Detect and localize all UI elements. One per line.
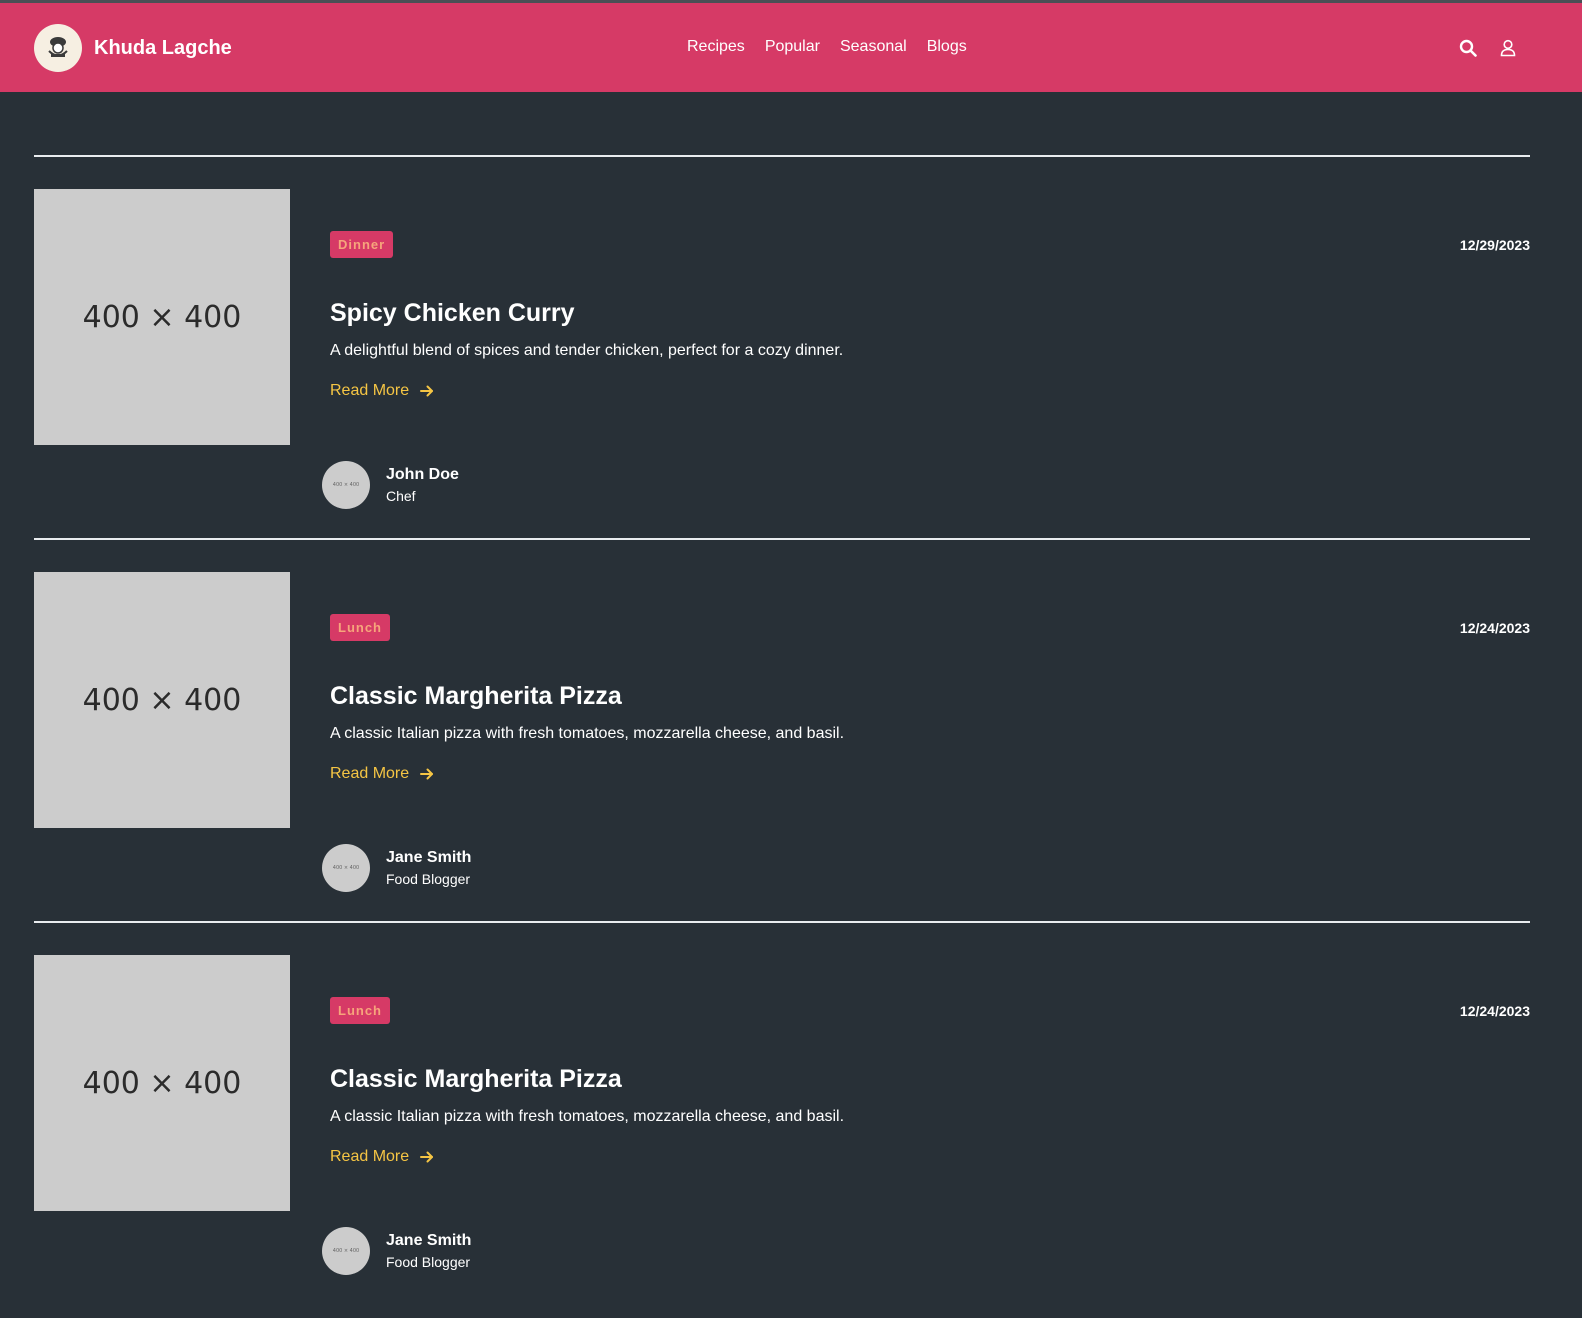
user-icon[interactable] <box>1499 39 1517 57</box>
post-image[interactable]: 400 × 400 <box>34 955 290 1211</box>
search-icon[interactable] <box>1459 39 1477 57</box>
arrow-right-icon <box>420 768 434 780</box>
post-card: 400 × 400 Lunch 12/24/2023 Classic Margh… <box>34 572 1530 907</box>
divider <box>34 155 1530 157</box>
author-role: Chef <box>386 488 416 504</box>
post-image[interactable]: 400 × 400 <box>34 189 290 445</box>
post-description: A delightful blend of spices and tender … <box>330 342 844 359</box>
nav-item-popular[interactable]: Popular <box>765 38 820 56</box>
read-more-link[interactable]: Read More <box>330 382 435 400</box>
author-info: Jane Smith Food Blogger <box>386 1232 471 1270</box>
avatar[interactable]: 400 × 400 <box>322 1227 370 1275</box>
read-more-link[interactable]: Read More <box>330 1148 435 1166</box>
divider <box>34 538 1530 540</box>
brand[interactable]: Khuda Lagche <box>34 24 232 72</box>
author: 400 × 400 Jane Smith Food Blogger <box>322 1227 471 1275</box>
chef-logo-icon <box>34 24 82 72</box>
arrow-right-icon <box>420 385 434 397</box>
site-header: Khuda Lagche Recipes Popular Seasonal Bl… <box>0 3 1582 92</box>
author-name[interactable]: Jane Smith <box>386 1232 471 1250</box>
post-card: 400 × 400 Lunch 12/24/2023 Classic Margh… <box>34 955 1530 1290</box>
main-nav: Recipes Popular Seasonal Blogs <box>687 38 967 56</box>
author-role: Food Blogger <box>386 871 471 887</box>
post-date: 12/29/2023 <box>1459 237 1530 253</box>
read-more-label: Read More <box>330 765 410 782</box>
read-more-link[interactable]: Read More <box>330 765 435 783</box>
post-title[interactable]: Classic Margherita Pizza <box>330 1065 622 1094</box>
post-title[interactable]: Classic Margherita Pizza <box>330 682 622 711</box>
nav-item-seasonal[interactable]: Seasonal <box>840 38 907 56</box>
read-more-label: Read More <box>330 1148 410 1165</box>
author: 400 × 400 Jane Smith Food Blogger <box>322 844 471 892</box>
author-info: John Doe Chef <box>386 466 459 504</box>
avatar[interactable]: 400 × 400 <box>322 461 370 509</box>
avatar[interactable]: 400 × 400 <box>322 844 370 892</box>
category-badge[interactable]: Lunch <box>330 997 390 1024</box>
category-badge[interactable]: Lunch <box>330 614 390 641</box>
post-description: A classic Italian pizza with fresh tomat… <box>330 1108 845 1125</box>
post-card: 400 × 400 Dinner 12/29/2023 Spicy Chicke… <box>34 189 1530 524</box>
author: 400 × 400 John Doe Chef <box>322 461 459 509</box>
category-badge[interactable]: Dinner <box>330 231 394 258</box>
read-more-label: Read More <box>330 382 410 399</box>
author-role: Food Blogger <box>386 1254 471 1270</box>
nav-item-recipes[interactable]: Recipes <box>687 38 745 56</box>
post-image[interactable]: 400 × 400 <box>34 572 290 828</box>
post-title[interactable]: Spicy Chicken Curry <box>330 299 575 328</box>
nav-item-blogs[interactable]: Blogs <box>927 38 967 56</box>
post-date: 12/24/2023 <box>1459 620 1530 636</box>
brand-name: Khuda Lagche <box>94 36 232 59</box>
author-name[interactable]: John Doe <box>386 466 459 484</box>
author-name[interactable]: Jane Smith <box>386 849 471 867</box>
author-info: Jane Smith Food Blogger <box>386 849 471 887</box>
arrow-right-icon <box>420 1151 434 1163</box>
post-date: 12/24/2023 <box>1459 1003 1530 1019</box>
header-actions <box>1459 39 1517 57</box>
post-description: A classic Italian pizza with fresh tomat… <box>330 725 845 742</box>
divider <box>34 921 1530 923</box>
